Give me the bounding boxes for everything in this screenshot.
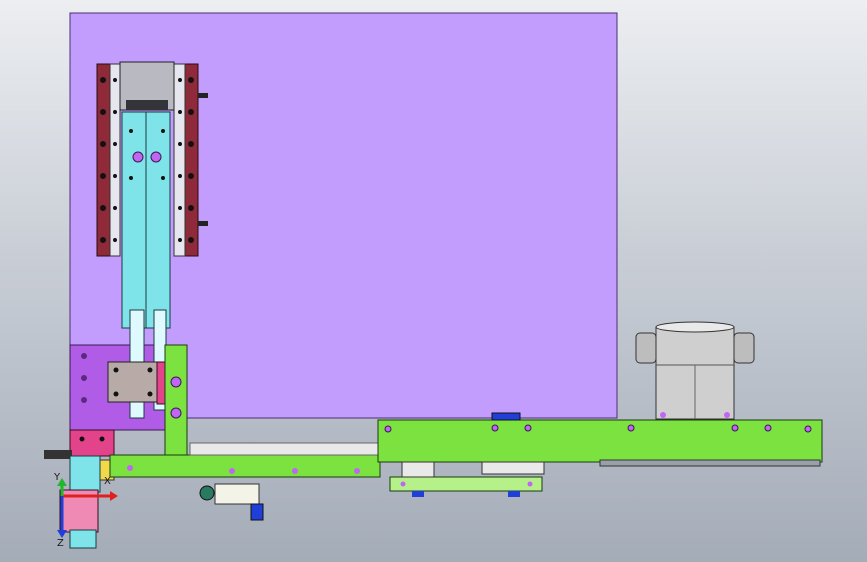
left-rail-guide [109, 63, 121, 257]
arm-bolt [127, 465, 133, 471]
cylinder-top [655, 321, 735, 333]
guide-foot [412, 491, 424, 497]
bolt [81, 397, 87, 403]
axis-z-arrow [57, 530, 67, 538]
cad-viewport[interactable]: X Y Z [0, 0, 867, 562]
lower-guide[interactable] [389, 476, 543, 492]
spring-coil [44, 450, 72, 459]
bolt [81, 353, 87, 359]
clamp-bolt [147, 367, 153, 373]
arm-spacer [189, 442, 381, 456]
bolt [81, 375, 87, 381]
clamp-bolt [113, 367, 119, 373]
base-underside [599, 459, 821, 467]
arm-bolt [292, 468, 298, 474]
axis-x-arrow [110, 491, 118, 501]
green-upright[interactable] [164, 344, 188, 456]
upright-bolt [170, 376, 182, 388]
arm-bolt [354, 468, 360, 474]
upright-bolt [170, 407, 182, 419]
axis-x-label: X [104, 476, 111, 487]
cylinder-bolt [724, 412, 730, 418]
set-screw [198, 93, 208, 98]
roller-wheel[interactable] [199, 485, 215, 501]
cyan-foot[interactable] [69, 529, 97, 549]
guide-bolt [527, 481, 533, 487]
cyan-post[interactable] [69, 455, 101, 493]
bolt [99, 436, 105, 442]
bolt [79, 436, 85, 442]
green-horizontal-arm[interactable] [109, 454, 381, 478]
arm-bolt [229, 468, 235, 474]
slider-bolt [150, 151, 162, 163]
clamp-bolt [113, 391, 119, 397]
slider-top-cap-inner [126, 100, 168, 110]
base-plate[interactable] [377, 419, 823, 463]
slider-bolt [129, 176, 133, 180]
right-linear-rail[interactable] [184, 63, 199, 257]
cylinder-right-port [733, 332, 755, 364]
slider-bolt [129, 129, 133, 133]
axis-z-label: Z [57, 538, 64, 549]
cylinder-left-port [635, 332, 657, 364]
lower-carriage[interactable] [481, 461, 545, 475]
axis-y-label: Y [54, 472, 61, 483]
right-rail-guide [173, 63, 186, 257]
clamp-bolt [147, 391, 153, 397]
roller-bracket[interactable] [214, 483, 260, 505]
slider-bolt [161, 129, 165, 133]
set-screw [198, 221, 208, 226]
hex-bolt [250, 503, 264, 521]
slider-bolt [161, 176, 165, 180]
guide-bolt [400, 481, 406, 487]
lower-carriage[interactable] [401, 461, 435, 478]
guide-foot [508, 491, 520, 497]
left-linear-rail[interactable] [96, 63, 111, 257]
slider-bolt [132, 151, 144, 163]
left-end-block[interactable] [69, 429, 115, 457]
cylinder-bolt [660, 412, 666, 418]
assembly-drawing[interactable] [0, 0, 867, 562]
top-fitting [491, 412, 521, 421]
